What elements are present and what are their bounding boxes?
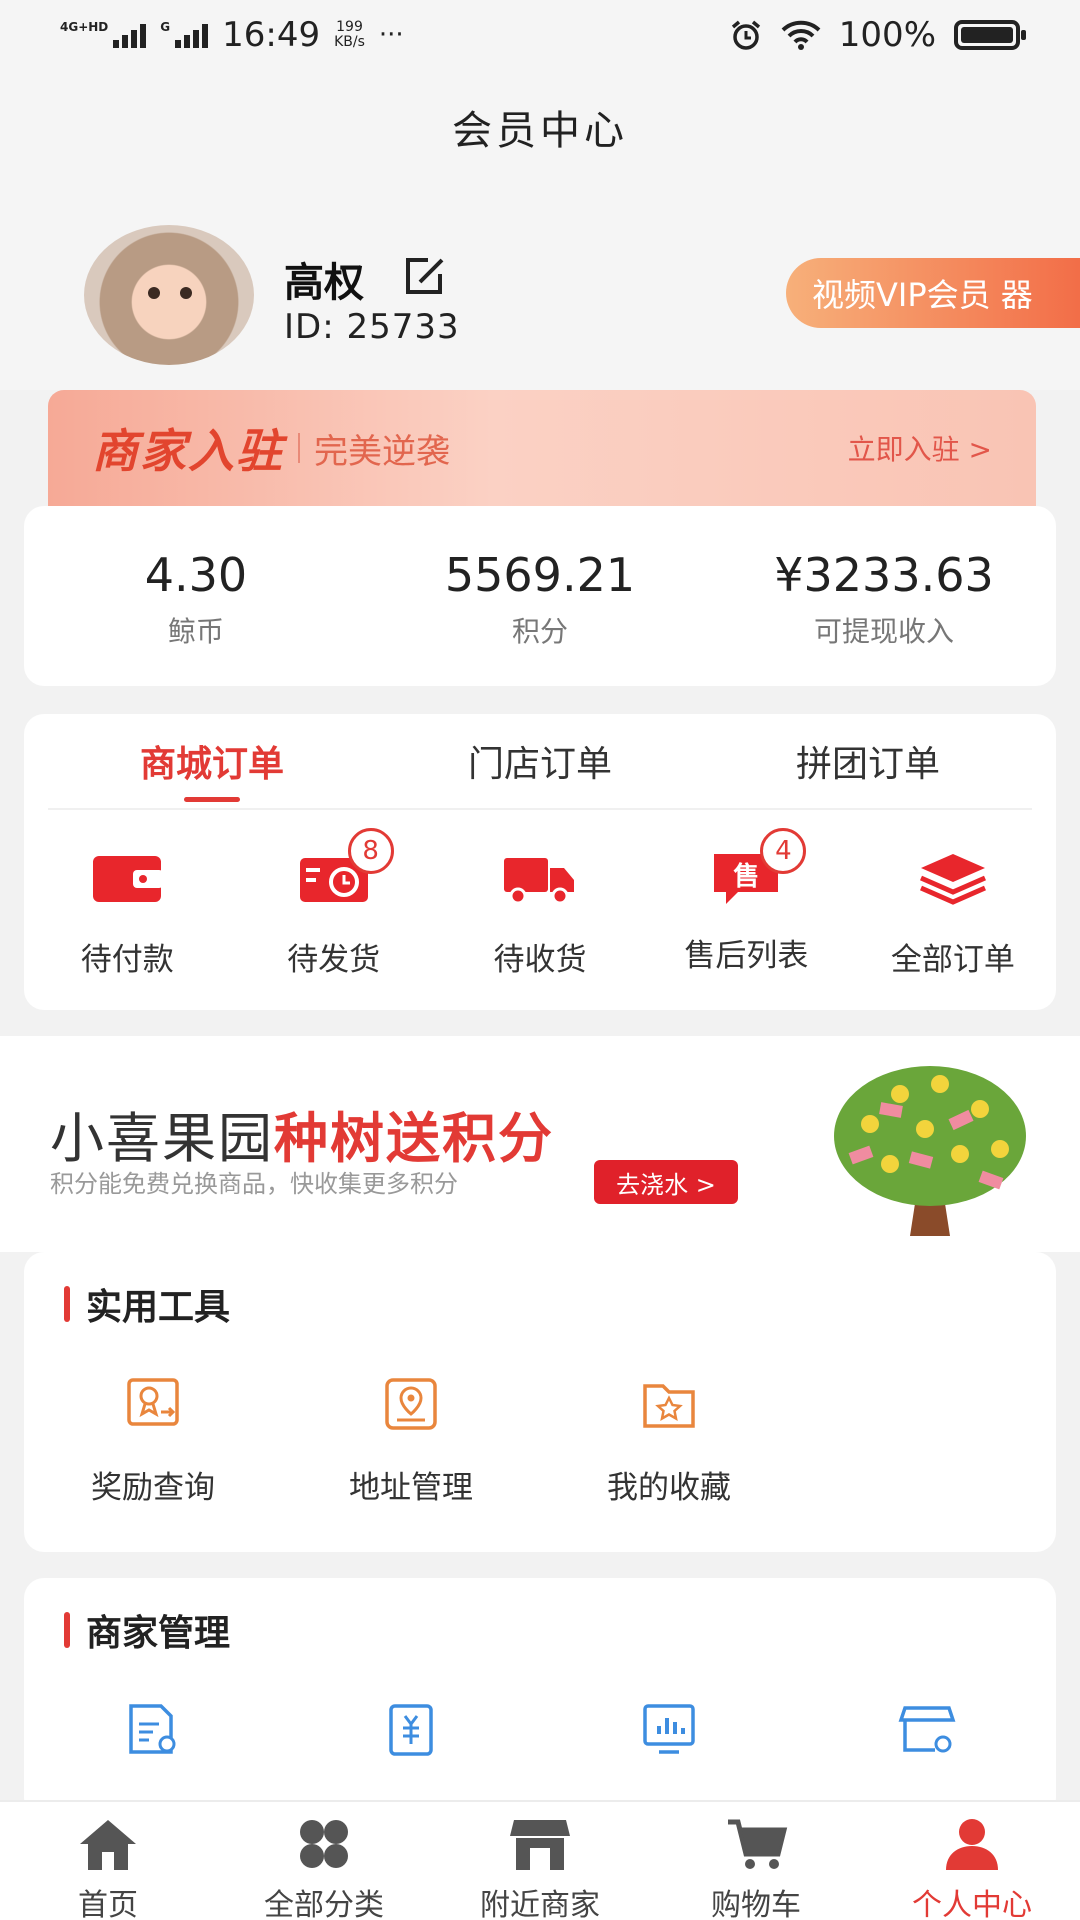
nav-label: 个人中心 <box>912 1888 1032 1920</box>
tools-row: 奖励查询 地址管理 我的收藏 <box>24 1376 1056 1507</box>
category-icon <box>300 1820 348 1868</box>
tool-reward-query[interactable]: 奖励查询 <box>24 1376 282 1507</box>
signal-icon-2: G <box>160 20 209 48</box>
tool-label: 地址管理 <box>349 1470 473 1506</box>
tab-store-orders[interactable]: 门店订单 <box>376 714 704 808</box>
order-after-sale[interactable]: 售 4 售后列表 <box>643 828 849 979</box>
go-water-button[interactable]: 去浇水 > <box>594 1160 738 1204</box>
store-icon <box>510 1820 570 1870</box>
merchant-tools-row <box>24 1702 1056 1782</box>
orders-card: 商城订单 门店订单 拼团订单 待付款 8 待发货 待收货 售 4 售后列表 全部… <box>24 714 1056 1010</box>
status-bar: 4G+HD G 16:49 199 KB/s ··· 100% <box>0 0 1080 70</box>
orchard-title-plain: 小喜果园 <box>50 1107 274 1170</box>
orchard-title: 小喜果园种树送积分 <box>50 1094 554 1173</box>
tool-address-management[interactable]: 地址管理 <box>282 1376 540 1507</box>
stat-withdrawable-income[interactable]: ¥3233.63 可提现收入 <box>712 506 1056 686</box>
merchant-tool-1[interactable] <box>24 1702 282 1782</box>
merchant-tool-4[interactable] <box>798 1702 1056 1782</box>
location-icon <box>385 1378 437 1430</box>
nav-categories[interactable]: 全部分类 <box>216 1802 432 1920</box>
section-title-tools: 实用工具 <box>64 1278 230 1330</box>
merchant-tool-2[interactable] <box>282 1702 540 1782</box>
order-pending-payment[interactable]: 待付款 <box>24 850 230 979</box>
store-settings-icon <box>898 1706 956 1753</box>
order-tabs: 商城订单 门店订单 拼团订单 <box>48 714 1032 810</box>
layers-icon <box>919 854 986 905</box>
user-id: ID: 25733 <box>284 307 460 347</box>
order-status-row: 待付款 8 待发货 待收货 售 4 售后列表 全部订单 <box>24 810 1056 979</box>
stat-value: 5569.21 <box>444 548 636 602</box>
page-title: 会员中心 <box>452 108 628 154</box>
vip-member-button[interactable]: 视频VIP会员 器 <box>786 258 1080 328</box>
order-item-label: 待发货 <box>287 942 381 978</box>
tool-label: 奖励查询 <box>91 1470 215 1506</box>
tool-my-favorites[interactable]: 我的收藏 <box>540 1376 798 1507</box>
alarm-icon <box>731 20 760 50</box>
battery-percent: 100% <box>838 15 936 55</box>
document-settings-icon <box>129 1704 176 1754</box>
signal-icon: 4G+HD <box>60 20 147 48</box>
order-pending-shipment[interactable]: 8 待发货 <box>230 828 436 979</box>
edit-icon[interactable] <box>404 256 450 296</box>
award-icon <box>127 1378 179 1426</box>
order-item-label: 售后列表 <box>684 938 809 974</box>
banner-headline: 商家入驻 <box>92 424 284 478</box>
order-all[interactable]: 全部订单 <box>850 850 1056 979</box>
tab-mall-orders[interactable]: 商城订单 <box>48 714 376 808</box>
user-icon <box>946 1819 998 1870</box>
cart-icon <box>728 1819 788 1869</box>
nav-label: 购物车 <box>711 1888 801 1920</box>
stat-label: 鲸币 <box>167 615 224 648</box>
order-pending-receipt[interactable]: 待收货 <box>437 850 643 979</box>
nav-nearby-stores[interactable]: 附近商家 <box>432 1802 648 1920</box>
orchard-promo-banner[interactable]: 小喜果园种树送积分 积分能免费兑换商品，快收集更多积分 去浇水 > <box>0 1036 1080 1252</box>
order-item-label: 待收货 <box>493 942 587 978</box>
money-tree-illustration <box>834 1066 1026 1236</box>
stat-label: 积分 <box>511 615 568 648</box>
order-item-label: 待付款 <box>80 942 174 978</box>
merchant-join-banner[interactable]: 商家入驻 完美逆袭 立即入驻 > <box>48 390 1036 506</box>
nav-profile[interactable]: 个人中心 <box>864 1802 1080 1920</box>
battery-icon <box>954 20 1026 50</box>
avatar[interactable] <box>84 225 254 365</box>
tab-group-orders[interactable]: 拼团订单 <box>704 714 1032 808</box>
user-name: 高权 <box>284 260 364 306</box>
wallet-icon <box>93 856 164 902</box>
stat-points[interactable]: 5569.21 积分 <box>368 506 712 686</box>
status-time: 16:49 <box>222 15 321 55</box>
utility-tools-card: 实用工具 奖励查询 地址管理 我的收藏 <box>24 1252 1056 1552</box>
wifi-icon <box>781 20 821 50</box>
nav-cart[interactable]: 购物车 <box>648 1802 864 1920</box>
section-title-merchant: 商家管理 <box>64 1604 230 1656</box>
balance-stats-card: 4.30 鲸币 5569.21 积分 ¥3233.63 可提现收入 <box>24 506 1056 686</box>
nav-label: 全部分类 <box>264 1888 384 1920</box>
nav-label: 附近商家 <box>480 1888 600 1920</box>
stat-label: 可提现收入 <box>813 615 954 648</box>
stat-value: 4.30 <box>144 548 248 602</box>
bottom-nav: 首页 全部分类 附近商家 购物车 个人中心 <box>0 1800 1080 1920</box>
stat-value: ¥3233.63 <box>774 548 994 602</box>
orchard-title-highlight: 种树送积分 <box>274 1107 554 1170</box>
home-icon <box>80 1820 136 1870</box>
merchant-management-card: 商家管理 <box>24 1578 1056 1818</box>
finance-icon <box>389 1704 433 1756</box>
join-now-link[interactable]: 立即入驻 > <box>848 428 992 468</box>
favorite-folder-icon <box>643 1384 695 1428</box>
network-speed: 199 KB/s <box>334 19 365 50</box>
order-item-label: 全部订单 <box>890 942 1015 978</box>
profile-header: 会员中心 高权 ID: 25733 视频VIP会员 器 <box>0 70 1080 390</box>
badge-count: 8 <box>347 828 394 874</box>
chart-icon <box>643 1704 695 1754</box>
orchard-description: 积分能免费兑换商品，快收集更多积分 <box>50 1170 458 1198</box>
nav-home[interactable]: 首页 <box>0 1802 216 1920</box>
nav-label: 首页 <box>78 1888 138 1920</box>
merchant-tool-3[interactable] <box>540 1702 798 1782</box>
banner-divider <box>298 433 300 463</box>
truck-icon <box>504 858 575 905</box>
tool-label: 我的收藏 <box>607 1470 731 1506</box>
badge-count: 4 <box>760 828 807 874</box>
stat-whale-coin[interactable]: 4.30 鲸币 <box>24 506 368 686</box>
more-dots: ··· <box>378 20 404 50</box>
banner-subline: 完美逆袭 <box>314 431 450 472</box>
